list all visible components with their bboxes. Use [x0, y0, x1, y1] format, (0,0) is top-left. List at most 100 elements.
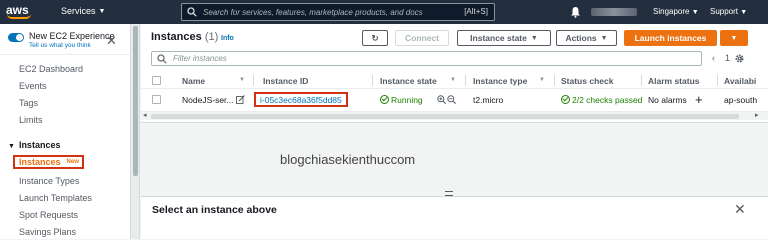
- filter-instances-input[interactable]: Filter instances: [151, 51, 702, 66]
- instance-type-cell: t2.micro: [473, 95, 504, 105]
- sidebar-section-instances[interactable]: Instances: [8, 140, 61, 150]
- column-separator[interactable]: [253, 75, 254, 86]
- bell-icon[interactable]: [570, 6, 581, 18]
- instances-panel: Instances (1) Info ↻ Connect Instance st…: [141, 24, 768, 123]
- new-experience-toggle-group: New EC2 Experience Tell us what you thin…: [8, 31, 115, 49]
- sidebar-item-tags[interactable]: Tags: [19, 98, 38, 108]
- actions-button[interactable]: Actions ▼: [556, 30, 617, 46]
- column-header-instance-id[interactable]: Instance ID: [263, 76, 308, 86]
- caret-down-icon: ▼: [530, 34, 538, 42]
- scroll-right-icon[interactable]: ▸: [755, 111, 759, 119]
- add-alarm-icon[interactable]: +: [695, 92, 703, 107]
- launch-instances-label: Launch instances: [634, 33, 707, 43]
- sidebar-item-savings-plans[interactable]: Savings Plans: [19, 227, 76, 237]
- instance-state-cell: Running: [380, 95, 423, 105]
- sidebar-item-ec2-dashboard[interactable]: EC2 Dashboard: [19, 64, 83, 74]
- sidebar-divider: [0, 54, 131, 55]
- check-circle-icon: [380, 95, 389, 104]
- close-sidebar-icon[interactable]: ✕: [106, 34, 117, 47]
- sidebar-item-instances[interactable]: Instances New: [13, 155, 84, 169]
- instance-state-label: Instance state: [470, 33, 527, 43]
- sort-icon[interactable]: ▼: [239, 77, 245, 83]
- instance-name-cell: NodeJS-ser...: [182, 95, 234, 105]
- status-check-text: 2/2 checks passed: [572, 95, 643, 105]
- column-separator[interactable]: [717, 75, 718, 86]
- table-header: Name ▼ Instance ID Instance state ▼ Inst…: [141, 72, 768, 89]
- top-navigation-bar: aws Services ▼ Search for services, feat…: [0, 0, 768, 24]
- support-menu[interactable]: Support ▼: [710, 7, 747, 16]
- column-separator[interactable]: [465, 75, 466, 86]
- new-experience-title: New EC2 Experience: [29, 31, 115, 41]
- caret-down-icon: ▼: [600, 34, 608, 42]
- row-checkbox[interactable]: [152, 95, 161, 104]
- services-menu-button[interactable]: Services ▼: [61, 6, 105, 16]
- caret-down-icon: ▼: [98, 7, 106, 15]
- column-separator[interactable]: [641, 75, 642, 86]
- connect-label: Connect: [405, 33, 439, 43]
- availability-zone-cell: ap-south: [724, 95, 758, 105]
- refresh-icon: ↻: [371, 32, 379, 43]
- global-search-input[interactable]: Search for services, features, marketpla…: [181, 3, 495, 21]
- horizontal-scrollbar-thumb[interactable]: [151, 114, 739, 119]
- column-header-name[interactable]: Name: [182, 76, 205, 86]
- column-separator[interactable]: [554, 75, 555, 86]
- sidebar: New EC2 Experience Tell us what you thin…: [0, 24, 131, 239]
- instance-detail-pane: Select an instance above ✕: [141, 196, 768, 239]
- status-check-cell: 2/2 checks passed: [561, 95, 642, 105]
- column-header-instance-type[interactable]: Instance type: [473, 76, 527, 86]
- horizontal-scrollbar[interactable]: ◂ ▸: [141, 111, 768, 120]
- info-link[interactable]: Info: [221, 35, 234, 42]
- launch-dropdown-button[interactable]: ▼: [720, 30, 748, 46]
- close-icon[interactable]: ✕: [734, 201, 746, 218]
- sidebar-scrollbar[interactable]: [131, 24, 140, 239]
- launch-instances-button[interactable]: Launch instances: [624, 30, 717, 46]
- sort-icon[interactable]: ▼: [539, 77, 545, 83]
- scroll-left-icon[interactable]: ◂: [143, 111, 147, 119]
- search-placeholder: Search for services, features, marketpla…: [203, 7, 423, 17]
- services-label: Services: [61, 6, 96, 16]
- sidebar-item-instances-label: Instances: [19, 157, 61, 167]
- zoom-out-icon[interactable]: [447, 95, 456, 104]
- column-header-instance-state[interactable]: Instance state: [380, 76, 437, 86]
- caret-down-icon: ▼: [730, 34, 738, 42]
- new-badge: New: [66, 159, 79, 165]
- region-label: Singapore: [653, 7, 690, 16]
- page-title-text: Instances: [151, 31, 202, 43]
- select-all-checkbox[interactable]: [152, 76, 161, 85]
- filter-placeholder: Filter instances: [173, 54, 227, 63]
- edit-icon[interactable]: [236, 95, 245, 104]
- region-selector[interactable]: Singapore ▼: [653, 7, 699, 16]
- sidebar-scrollbar-thumb[interactable]: [133, 26, 138, 176]
- sidebar-item-spot-requests[interactable]: Spot Requests: [19, 210, 78, 220]
- support-label: Support: [710, 7, 739, 16]
- search-icon: [187, 7, 197, 17]
- detail-title: Select an instance above: [152, 204, 277, 216]
- page-title: Instances (1): [151, 31, 218, 43]
- sidebar-item-events[interactable]: Events: [19, 81, 47, 91]
- refresh-button[interactable]: ↻: [362, 30, 388, 46]
- table-row[interactable]: NodeJS-ser... i-05c3ec68a36f5dd85 Runnin…: [141, 90, 768, 109]
- account-name-blurred[interactable]: [591, 8, 637, 16]
- aws-logo-smile: [7, 14, 31, 19]
- sidebar-item-launch-templates[interactable]: Launch Templates: [19, 193, 92, 203]
- watermark-text: blogchiasekienthuccom: [280, 152, 416, 167]
- instance-id-link[interactable]: i-05c3ec68a36f5dd85: [260, 95, 342, 105]
- check-circle-icon: [561, 95, 570, 104]
- column-separator[interactable]: [372, 75, 373, 86]
- gear-icon[interactable]: [734, 53, 745, 64]
- aws-logo[interactable]: aws: [6, 3, 40, 21]
- feedback-link[interactable]: Tell us what you think: [29, 42, 115, 49]
- sidebar-item-instance-types[interactable]: Instance Types: [19, 176, 79, 186]
- zoom-in-icon[interactable]: [437, 95, 446, 104]
- search-shortcut: [Alt+S]: [464, 7, 488, 16]
- column-header-status-check[interactable]: Status check: [561, 76, 613, 86]
- column-header-availability-zone[interactable]: Availabi: [724, 76, 756, 86]
- new-experience-toggle[interactable]: [8, 33, 24, 42]
- connect-button[interactable]: Connect: [395, 30, 449, 46]
- current-page[interactable]: 1: [725, 53, 730, 63]
- sidebar-item-limits[interactable]: Limits: [19, 115, 43, 125]
- column-header-alarm-status[interactable]: Alarm status: [648, 76, 700, 86]
- instance-state-button[interactable]: Instance state ▼: [457, 30, 551, 46]
- prev-page-button[interactable]: ‹: [712, 53, 715, 63]
- sort-icon[interactable]: ▼: [450, 77, 456, 83]
